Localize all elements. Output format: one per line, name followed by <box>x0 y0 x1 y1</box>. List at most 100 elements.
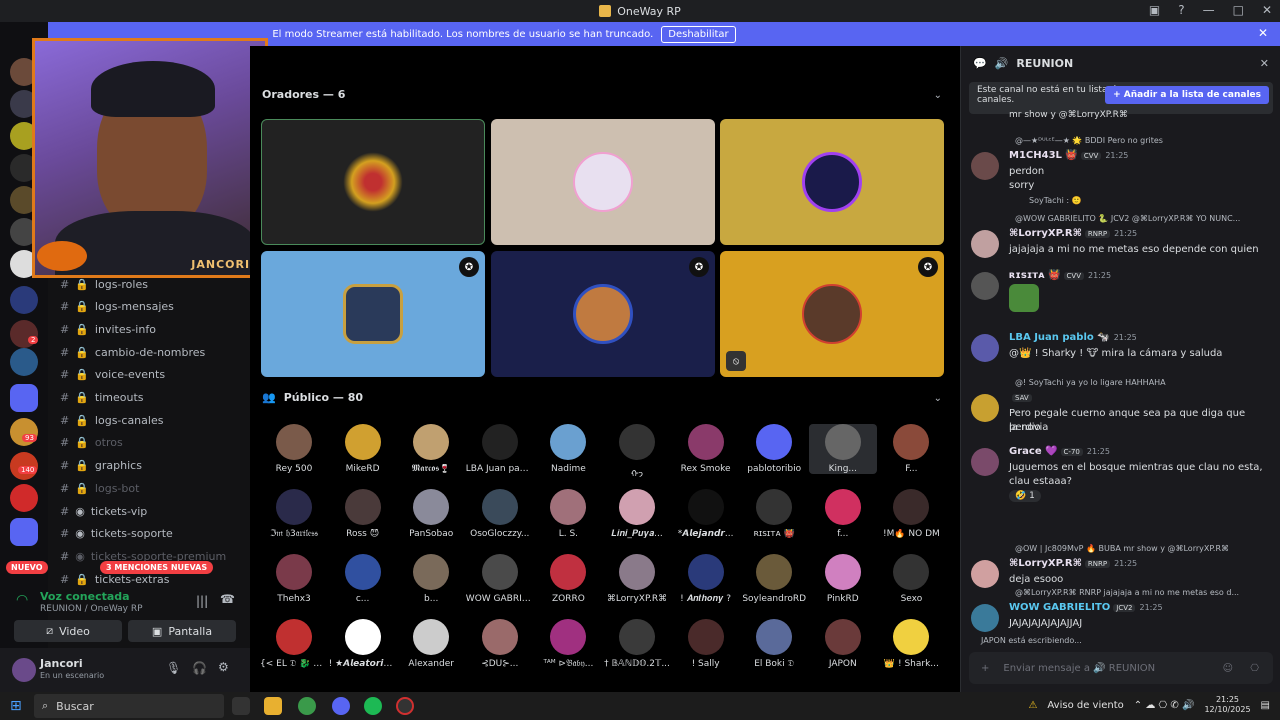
server-icon[interactable] <box>10 348 38 376</box>
speaker-tile[interactable] <box>720 119 944 245</box>
audience-member[interactable]: JAPON <box>809 619 877 669</box>
audience-member[interactable]: 👑 ! Shark... <box>877 619 945 669</box>
chat-message[interactable]: @⌘LorryⅩP.R⌘ RNRP jajajaja a mi no me me… <box>969 588 1273 638</box>
audience-member[interactable]: 𝕸𝖆𝖗𝖈𝖔𝖘🍷 <box>397 424 465 474</box>
chat-message[interactable]: @—★ᴰᵁᴸᶜᴱ—★ 🌟 BDDI Pero no grites M1CH43L … <box>969 136 1273 205</box>
audience-member[interactable]: c... <box>329 554 397 604</box>
message-composer[interactable]: + Enviar mensaje a 🔊 REUNION ☺ ⎔ <box>969 652 1273 684</box>
audience-member[interactable]: PinkRD <box>809 554 877 604</box>
audience-member[interactable]: Rey 500 <box>260 424 328 474</box>
headphones-icon[interactable]: 🎧 <box>192 661 207 675</box>
audience-member[interactable]: ℑ𝔪 𝔥3𝔞𝔯𝔱𝔩𝔢𝔰𝔰 <box>260 489 328 539</box>
chat-message[interactable]: @OW | Jc809MvP 🔥 BUBA mr show y @⌘LorryⅩ… <box>969 544 1273 594</box>
file-explorer-icon[interactable] <box>264 697 282 715</box>
author-name[interactable]: ʀɪꜱɪᴛᴀ 👹 <box>1009 270 1061 281</box>
audience-member[interactable]: ᡣ𐭩 <box>603 424 671 481</box>
audience-member[interactable]: ᵀᴬᴹ ⊳𝔅𝔞𝔟𝔶... <box>534 619 602 669</box>
discord-icon[interactable] <box>332 697 350 715</box>
obs-icon[interactable] <box>396 697 414 715</box>
author-name[interactable]: ⌘LorryⅩP.R⌘ <box>1009 558 1082 569</box>
channel-item[interactable]: # ◉ tickets-soporte <box>60 524 173 544</box>
mic-icon[interactable]: 🎙 <box>166 661 181 675</box>
audience-member[interactable]: Alexander <box>397 619 465 669</box>
audience-member[interactable]: LBA Juan pab... <box>466 424 534 474</box>
video-button[interactable]: ⧄ Video <box>14 620 122 642</box>
audience-member[interactable]: *𝘼𝙡𝙚𝙟𝙖𝙣𝙙𝙧... <box>672 489 740 539</box>
close-window-button[interactable]: ✕ <box>1262 3 1272 17</box>
audience-member[interactable]: MikeRD <box>329 424 397 474</box>
avatar[interactable] <box>971 230 999 258</box>
author-name[interactable]: WOW GABRIELITO <box>1009 602 1110 613</box>
reaction-chip[interactable]: 🤣 1 <box>1009 490 1041 502</box>
disconnect-icon[interactable]: ☎ <box>220 592 235 606</box>
speakers-header[interactable]: Oradores — 6 <box>262 88 345 101</box>
audience-member[interactable]: WOW GABRIE... <box>466 554 534 604</box>
reply-preview[interactable]: @OW | Jc809MvP 🔥 BUBA mr show y @⌘LorryⅩ… <box>1015 544 1229 553</box>
tray-icons[interactable]: ⌃ ☁ ⎔ ✆ 🔊 <box>1134 700 1195 711</box>
message-input[interactable]: Enviar mensaje a 🔊 REUNION <box>1003 663 1155 674</box>
reply-preview[interactable]: @WOW GABRIELITO 🐍 JCV2 @⌘LorryⅩP.R⌘ YO N… <box>1015 214 1240 223</box>
chrome-icon[interactable] <box>298 697 316 715</box>
avatar[interactable] <box>12 658 36 682</box>
audience-member[interactable]: ! 𝑨𝒏𝒕𝒉𝒐𝒏𝒚 ? <box>672 554 740 604</box>
author-name[interactable]: ⌘LorryⅩP.R⌘ <box>1009 228 1082 239</box>
folder-icon[interactable] <box>10 384 38 412</box>
channel-item[interactable]: # 🔒 invites-info <box>60 319 156 339</box>
reply-preview[interactable]: @⌘LorryⅩP.R⌘ RNRP jajajaja a mi no me me… <box>1015 588 1239 597</box>
audience-member[interactable]: † 𝔹𝔸ℕ𝔻𝕆.2𝕋... <box>603 619 671 669</box>
add-channel-button[interactable]: + Añadir a la lista de canales <box>1105 86 1269 104</box>
audience-member[interactable]: {< EL 𝔇 🐉 BO... <box>260 619 328 669</box>
audience-member[interactable]: SoyleandroRD <box>740 554 808 604</box>
avatar[interactable] <box>971 272 999 300</box>
screen-share-button[interactable]: ▣ Pantalla <box>128 620 236 642</box>
server-icon[interactable] <box>10 286 38 314</box>
audience-member[interactable]: b... <box>397 554 465 604</box>
speaker-tile[interactable] <box>491 119 715 245</box>
gamepad-icon[interactable]: ⎔ <box>1250 663 1259 674</box>
channel-item[interactable]: # 🔒 voice-events <box>60 365 165 385</box>
reply-preview[interactable]: @! SoyTachi ya yo lo ligare HAHHAHA <box>1015 378 1166 387</box>
audience-member[interactable]: ʀɪꜱɪᴛᴀ 👹 <box>740 489 808 539</box>
audience-member[interactable]: El Boki 𝔇 <box>740 619 808 669</box>
audience-member[interactable]: f... <box>809 489 877 539</box>
audience-member[interactable]: ! Sally <box>672 619 740 669</box>
settings-gear-icon[interactable]: ⚙ <box>218 660 229 674</box>
clock[interactable]: 21:25 12/10/2025 <box>1204 695 1250 715</box>
author-name[interactable]: M1CH43L 👹 <box>1009 150 1078 161</box>
inbox-icon[interactable]: ▣ <box>1149 3 1160 17</box>
avatar[interactable] <box>971 604 999 632</box>
channel-item[interactable]: # 🔒 timeouts <box>60 388 144 408</box>
notifications-icon[interactable]: ▤ <box>1261 700 1270 711</box>
channel-item[interactable]: # ◉ tickets-vip <box>60 501 147 521</box>
taskbar-search[interactable]: ⌕ Buscar <box>34 694 224 718</box>
avatar[interactable] <box>971 560 999 588</box>
new-badge[interactable]: NUEVO <box>6 561 48 574</box>
channel-item[interactable]: # 🔒 logs-mensajes <box>60 297 174 317</box>
chat-message[interactable]: LBA Juan pablo 🐄 21:25 @👑 ! Sharky ! 🐮 mir… <box>969 332 1273 382</box>
audience-member[interactable]: ⊰DU⊱... <box>466 619 534 669</box>
close-chat-icon[interactable]: ✕ <box>1260 57 1269 70</box>
banner-close-icon[interactable]: ✕ <box>1258 26 1268 40</box>
reply-preview[interactable]: @—★ᴰᵁᴸᶜᴱ—★ 🌟 BDDI Pero no grites <box>1015 136 1163 145</box>
folder-icon[interactable] <box>10 518 38 546</box>
avatar[interactable] <box>971 394 999 422</box>
voice-status[interactable]: Voz conectada <box>40 590 130 603</box>
audience-member[interactable]: OsoGloczzy... <box>466 489 534 539</box>
chat-message[interactable]: @! SoyTachi ya yo lo ligare HAHHAHA SAV Pe… <box>969 378 1273 433</box>
chat-message[interactable]: ʀɪꜱɪᴛᴀ 👹 CVV 21:25 <box>969 270 1273 320</box>
server-icon[interactable] <box>10 484 38 512</box>
weather-text[interactable]: Aviso de viento <box>1047 700 1123 711</box>
chat-message[interactable]: @WOW GABRIELITO 🐍 JCV2 @⌘LorryⅩP.R⌘ YO N… <box>969 214 1273 264</box>
audience-member[interactable]: Nadime <box>534 424 602 474</box>
channel-item[interactable]: # 🔒 logs-canales <box>60 410 163 430</box>
plus-icon[interactable]: + <box>981 663 989 674</box>
windows-start-icon[interactable]: ⊞ <box>10 698 22 714</box>
audience-member[interactable]: Rex Smoke <box>672 424 740 474</box>
audience-member[interactable]: F... <box>877 424 945 474</box>
audience-member[interactable]: Sexo <box>877 554 945 604</box>
help-icon[interactable]: ? <box>1178 3 1184 17</box>
maximize-button[interactable]: □ <box>1233 3 1244 17</box>
speaker-tile[interactable] <box>261 119 485 245</box>
speaker-tile[interactable]: ✪ <box>261 251 485 377</box>
public-header[interactable]: 👥 Público — 80 <box>262 391 363 404</box>
